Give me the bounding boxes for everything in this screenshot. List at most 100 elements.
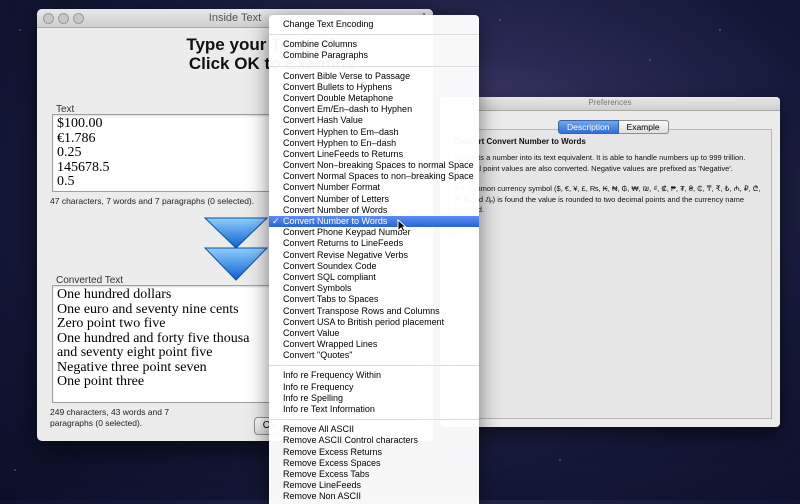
description-paragraph: Converts a number into its text equivale… [454,153,746,173]
menu-item-label: Combine Columns [283,39,358,50]
menu-item-label: Combine Paragraphs [283,50,369,61]
menu-item[interactable]: Convert Value [269,328,479,339]
conversion-menu: Change Text Encoding Combine Columns Combi… [269,15,479,504]
menu-item-label: Convert Transpose Rows and Columns [283,305,440,316]
menu-item[interactable]: Convert Hash Value [269,115,479,126]
menu-item-label: Convert Value [283,327,340,338]
menu-item[interactable]: Convert Returns to LineFeeds [269,238,479,249]
tab-description[interactable]: Description [558,120,619,134]
menu-item[interactable]: Info re Spelling [269,393,479,404]
menu-item[interactable]: Convert LineFeeds to Returns [269,149,479,160]
converted-line: One euro and seventy nine cents [57,301,239,317]
converted-line: and seventy eight point five [57,345,213,360]
menu-item[interactable]: Convert Bullets to Hyphens [269,82,479,93]
menu-item[interactable]: Remove Excess Spaces [269,458,479,469]
menu-item[interactable]: Convert Double Metaphone [269,93,479,104]
menu-item-label: Convert Symbols [283,283,352,294]
menu-item-label: Convert Normal Spaces to non–breaking Sp… [283,171,474,182]
preferences-tabs: Description Example [558,120,669,134]
menu-item-label: Convert Hash Value [283,115,363,126]
menu-item[interactable]: Convert Transpose Rows and Columns [269,306,479,317]
menu-item[interactable]: Convert Non–breaking Spaces to normal Sp… [269,160,479,171]
menu-item[interactable]: Combine Columns [269,39,479,50]
menu-item[interactable]: Convert Number of Letters [269,194,479,205]
menu-item[interactable]: Info re Text Information [269,404,479,415]
menu-item-label: Convert Returns to LineFeeds [283,238,404,249]
converted-line: Zero point two five [57,316,166,331]
tab-example[interactable]: Example [618,120,669,134]
menu-item[interactable]: Info re Frequency [269,382,479,393]
menu-item-label: Convert Hyphen to Em–dash [283,126,399,137]
menu-item[interactable]: Convert Em/En–dash to Hyphen [269,104,479,115]
menu-item-selected[interactable]: ✓ Convert Number to Words [269,216,479,228]
menu-item-label: Convert Number to Words [283,216,388,226]
menu-item-label: Convert Non–breaking Spaces to normal Sp… [283,160,474,171]
menu-item[interactable]: Convert Number Format [269,182,479,193]
menu-item-label: Info re Text Information [283,404,375,414]
input-line: 145678.5 [57,159,110,175]
checkmark-icon: ✓ [272,216,280,226]
preferences-titlebar[interactable]: Preferences [440,97,780,111]
menu-item-label: Convert Number of Letters [283,193,390,204]
menu-item-label: Convert Hyphen to En–dash [283,137,397,148]
menu-item[interactable]: Convert USA to British period placement [269,317,479,328]
menu-item-label: Convert Double Metaphone [283,92,394,103]
output-stats-line-2: paragraphs (0 selected). [50,418,143,428]
menu-item[interactable]: Convert Hyphen to Em–dash [269,127,479,138]
mouse-cursor-icon [397,218,408,238]
input-line: 0.25 [57,145,82,160]
menu-item[interactable]: Remove LineFeeds [269,480,479,491]
converted-line: One hundred dollars [57,287,172,302]
preferences-description: Converts a number into its text equivale… [454,153,764,226]
menu-item[interactable]: Convert Phone Keypad Number [269,227,479,238]
menu-item[interactable]: Convert Normal Spaces to non–breaking Sp… [269,171,479,182]
menu-item-label: Convert Revise Negative Verbs [283,249,409,260]
menu-item-label: Remove Excess Returns [283,446,383,457]
menu-item-label: Convert Bullets to Hyphens [283,81,393,92]
menu-item-label: Remove All ASCII [283,424,355,435]
menu-item[interactable]: Remove Excess Returns [269,447,479,458]
menu-item-label: Change Text Encoding [283,19,374,29]
menu-item[interactable]: Convert Symbols [269,283,479,294]
menu-item[interactable]: Remove ASCII Control characters [269,435,479,446]
menu-item[interactable]: Convert "Quotes" [269,350,479,361]
menu-item[interactable]: Combine Paragraphs [269,50,479,61]
menu-item[interactable]: Info re Frequency Within [269,370,479,381]
preferences-title: Preferences [588,98,632,107]
menu-item[interactable]: Convert Hyphen to En–dash [269,138,479,149]
converted-text-area[interactable]: One hundred dollars One euro and seventy … [52,285,282,403]
menu-item-label: Info re Frequency Within [283,370,382,381]
menu-item-label: Remove LineFeeds [283,480,362,491]
menu-item[interactable]: Remove Excess Tabs [269,469,479,480]
menu-item-label: Convert LineFeeds to Returns [283,148,404,159]
menu-item[interactable]: Convert Revise Negative Verbs [269,250,479,261]
menu-item[interactable]: Convert Bible Verse to Passage [269,71,479,82]
menu-item-label: Convert "Quotes" [283,350,353,361]
menu-item-label: Convert Number of Words [283,204,388,215]
menu-item-label: Convert Tabs to Spaces [283,294,379,305]
input-line: 0.5 [57,174,75,189]
menu-item[interactable]: Remove Non ASCII [269,491,479,502]
menu-item[interactable]: Convert Number of Words [269,205,479,216]
menu-item-label: Remove Excess Spaces [283,457,381,468]
menu-item[interactable]: Convert Tabs to Spaces [269,294,479,305]
menu-item[interactable]: Convert SQL compliant [269,272,479,283]
menu-item[interactable]: Convert Wrapped Lines [269,339,479,350]
menu-separator [269,419,479,421]
menu-item-label: Convert Wrapped Lines [283,339,378,350]
menu-item-label: Info re Spelling [283,392,344,403]
menu-item[interactable]: Remove All ASCII [269,424,479,435]
output-stats: 249 characters, 43 words and 7 paragraph… [50,407,169,429]
converted-line: Negative three point seven [57,359,207,375]
menu-item-label: Convert Em/En–dash to Hyphen [283,104,413,115]
converted-line: One hundred and forty five thousa [57,330,250,346]
input-line: €1.786 [57,130,96,146]
menu-item-label: Convert SQL compliant [283,271,376,282]
menu-item-label: Info re Frequency [283,381,354,392]
output-stats-line-1: 249 characters, 43 words and 7 [50,407,170,417]
menu-item[interactable]: Convert Soundex Code [269,261,479,272]
menu-separator [269,34,479,36]
menu-item-label: Convert Number Format [283,182,381,193]
menu-item[interactable]: Change Text Encoding [269,19,479,30]
input-text-area[interactable]: $100.00 €1.786 0.25 145678.5 0.5 [52,114,282,192]
